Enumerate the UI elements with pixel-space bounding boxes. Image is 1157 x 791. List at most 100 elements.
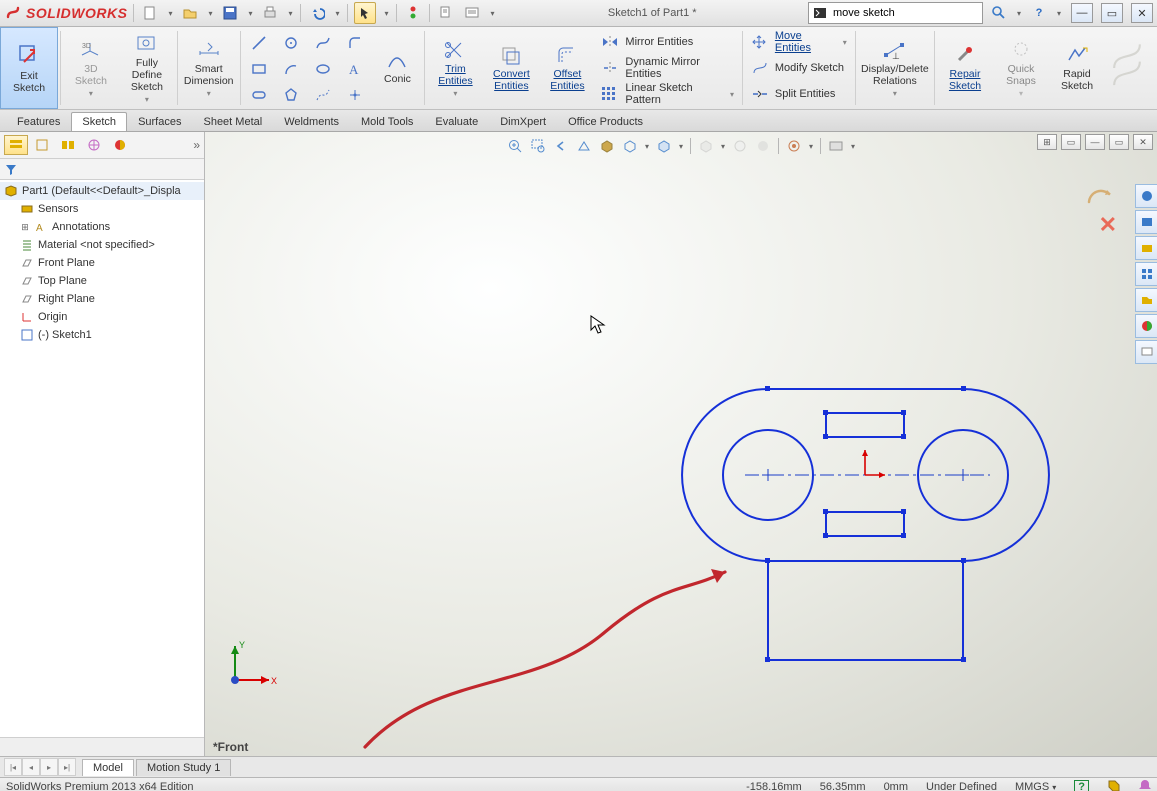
orientation-triad[interactable]: Y X [221,634,281,694]
offset-entities-button[interactable]: Offset Entities [539,27,595,109]
sidebar-hscroll[interactable] [0,737,204,756]
settings-button[interactable] [462,3,482,23]
text-tool[interactable]: A [340,57,370,81]
convert-entities-button[interactable]: Convert Entities [483,27,539,109]
search-go-button[interactable] [989,3,1009,23]
move-entities-button[interactable]: Move Entities▾ [751,31,847,53]
split-entities-button[interactable]: Split Entities [751,83,847,105]
tree-item-material[interactable]: Material <not specified> [0,236,204,254]
dropdown-icon[interactable]: ▾ [166,3,174,23]
tab-mold-tools[interactable]: Mold Tools [350,112,424,131]
tab-dimxpert[interactable]: DimXpert [489,112,557,131]
smart-dimension-button[interactable]: Smart Dimension ▾ [180,27,238,109]
dropdown-icon[interactable]: ▾ [382,3,390,23]
funnel-icon [4,162,18,176]
open-button[interactable] [180,3,200,23]
search-input[interactable] [831,6,978,20]
dropdown-icon[interactable]: ▾ [488,3,496,23]
fillet-tool[interactable] [340,31,370,55]
arc-tool[interactable] [276,57,306,81]
dropdown-icon[interactable]: ▾ [206,3,214,23]
sidebar-tab-property[interactable] [30,135,54,155]
save-button[interactable] [220,3,240,23]
rapid-sketch-button[interactable]: Rapid Sketch [1049,27,1105,109]
dropdown-icon[interactable]: ▾ [286,3,294,23]
line-tool[interactable] [244,31,274,55]
maximize-button[interactable]: ▭ [1101,3,1123,23]
feature-tree[interactable]: Part1 (Default<<Default>_Displa Sensors … [0,180,204,737]
tab-evaluate[interactable]: Evaluate [424,112,489,131]
bottom-tab-model[interactable]: Model [82,759,134,776]
undo-button[interactable] [307,3,327,23]
dynamic-mirror-button[interactable]: Dynamic Mirror Entities [601,57,734,79]
tree-item-front-plane[interactable]: Front Plane [0,254,204,272]
exit-sketch-button[interactable]: Exit Sketch [0,27,58,109]
tab-weldments[interactable]: Weldments [273,112,350,131]
sidebar-expand-icon[interactable]: » [193,138,200,152]
close-button[interactable]: ✕ [1131,3,1153,23]
rectangle-tool[interactable] [244,57,274,81]
spline-tool[interactable] [308,31,338,55]
circle-tool[interactable] [276,31,306,55]
tab-sketch[interactable]: Sketch [71,112,127,131]
dropdown-icon[interactable]: ▾ [1055,3,1063,23]
tree-item-sensors[interactable]: Sensors [0,200,204,218]
tab-features[interactable]: Features [6,112,71,131]
tab-office-products[interactable]: Office Products [557,112,654,131]
slot-tool[interactable] [244,83,274,107]
sidebar-tab-config[interactable] [56,135,80,155]
tab-surfaces[interactable]: Surfaces [127,112,192,131]
status-bell-icon[interactable] [1139,779,1151,791]
tree-root[interactable]: Part1 (Default<<Default>_Displa [0,182,204,200]
sidebar-tab-display[interactable] [108,135,132,155]
quick-snaps-button[interactable]: Quick Snaps ▾ [993,27,1049,109]
ellipse-tool[interactable] [308,57,338,81]
graphics-viewport[interactable]: ⊞ ▭ — ▭ ✕ ▾ ▾ ▾ ▾ ▾ [205,132,1157,756]
centerline-tool[interactable] [308,83,338,107]
tree-item-right-plane[interactable]: Right Plane [0,290,204,308]
3d-sketch-button[interactable]: 3D 3D Sketch ▾ [63,27,119,109]
trim-entities-button[interactable]: Trim Entities ▾ [427,27,483,109]
dropdown-icon[interactable]: ▾ [1015,3,1023,23]
tab-sheet-metal[interactable]: Sheet Metal [192,112,273,131]
nav-last-icon[interactable]: ▸| [58,758,76,776]
status-bar: SolidWorks Premium 2013 x64 Edition -158… [0,777,1157,791]
tree-item-sketch1[interactable]: (-) Sketch1 [0,326,204,344]
sidebar-tab-featuremanager[interactable] [4,135,28,155]
expand-plus-icon[interactable]: ⊞ [20,222,30,233]
fully-define-sketch-button[interactable]: Fully Define Sketch ▾ [119,27,175,109]
select-button[interactable] [354,2,376,24]
nav-next-icon[interactable]: ▸ [40,758,58,776]
tree-item-top-plane[interactable]: Top Plane [0,272,204,290]
status-units[interactable]: MMGS ▾ [1015,781,1056,791]
print-button[interactable] [260,3,280,23]
new-button[interactable] [140,3,160,23]
conic-tool[interactable]: Conic [372,27,422,109]
point-tool[interactable] [340,83,370,107]
help-button[interactable]: ? [1029,3,1049,23]
bottom-tab-motion-study[interactable]: Motion Study 1 [136,759,231,776]
nav-first-icon[interactable]: |◂ [4,758,22,776]
ds-logo-icon [1105,38,1149,98]
nav-prev-icon[interactable]: ◂ [22,758,40,776]
status-tag-icon[interactable] [1107,779,1121,791]
repair-sketch-button[interactable]: Repair Sketch [937,27,993,109]
traffic-light-icon[interactable] [403,3,423,23]
sidebar-filter[interactable] [0,159,204,180]
linear-pattern-button[interactable]: Linear Sketch Pattern▾ [601,83,734,105]
dropdown-icon[interactable]: ▾ [333,3,341,23]
svg-text:X: X [271,676,277,686]
dropdown-icon[interactable]: ▾ [246,3,254,23]
display-delete-relations-button[interactable]: ⊥ Display/Delete Relations ▾ [858,27,932,109]
mirror-entities-button[interactable]: Mirror Entities [601,31,734,53]
sw-logo-icon [4,3,24,23]
app-name: SOLIDWORKS [26,5,127,21]
options-button[interactable] [436,3,456,23]
modify-sketch-button[interactable]: Modify Sketch [751,57,847,79]
status-help-icon[interactable]: ? [1074,780,1089,791]
minimize-button[interactable]: — [1071,3,1093,23]
sidebar-tab-dimxpert[interactable] [82,135,106,155]
tree-item-origin[interactable]: Origin [0,308,204,326]
polygon-tool[interactable] [276,83,306,107]
tree-item-annotations[interactable]: ⊞AAnnotations [0,218,204,236]
